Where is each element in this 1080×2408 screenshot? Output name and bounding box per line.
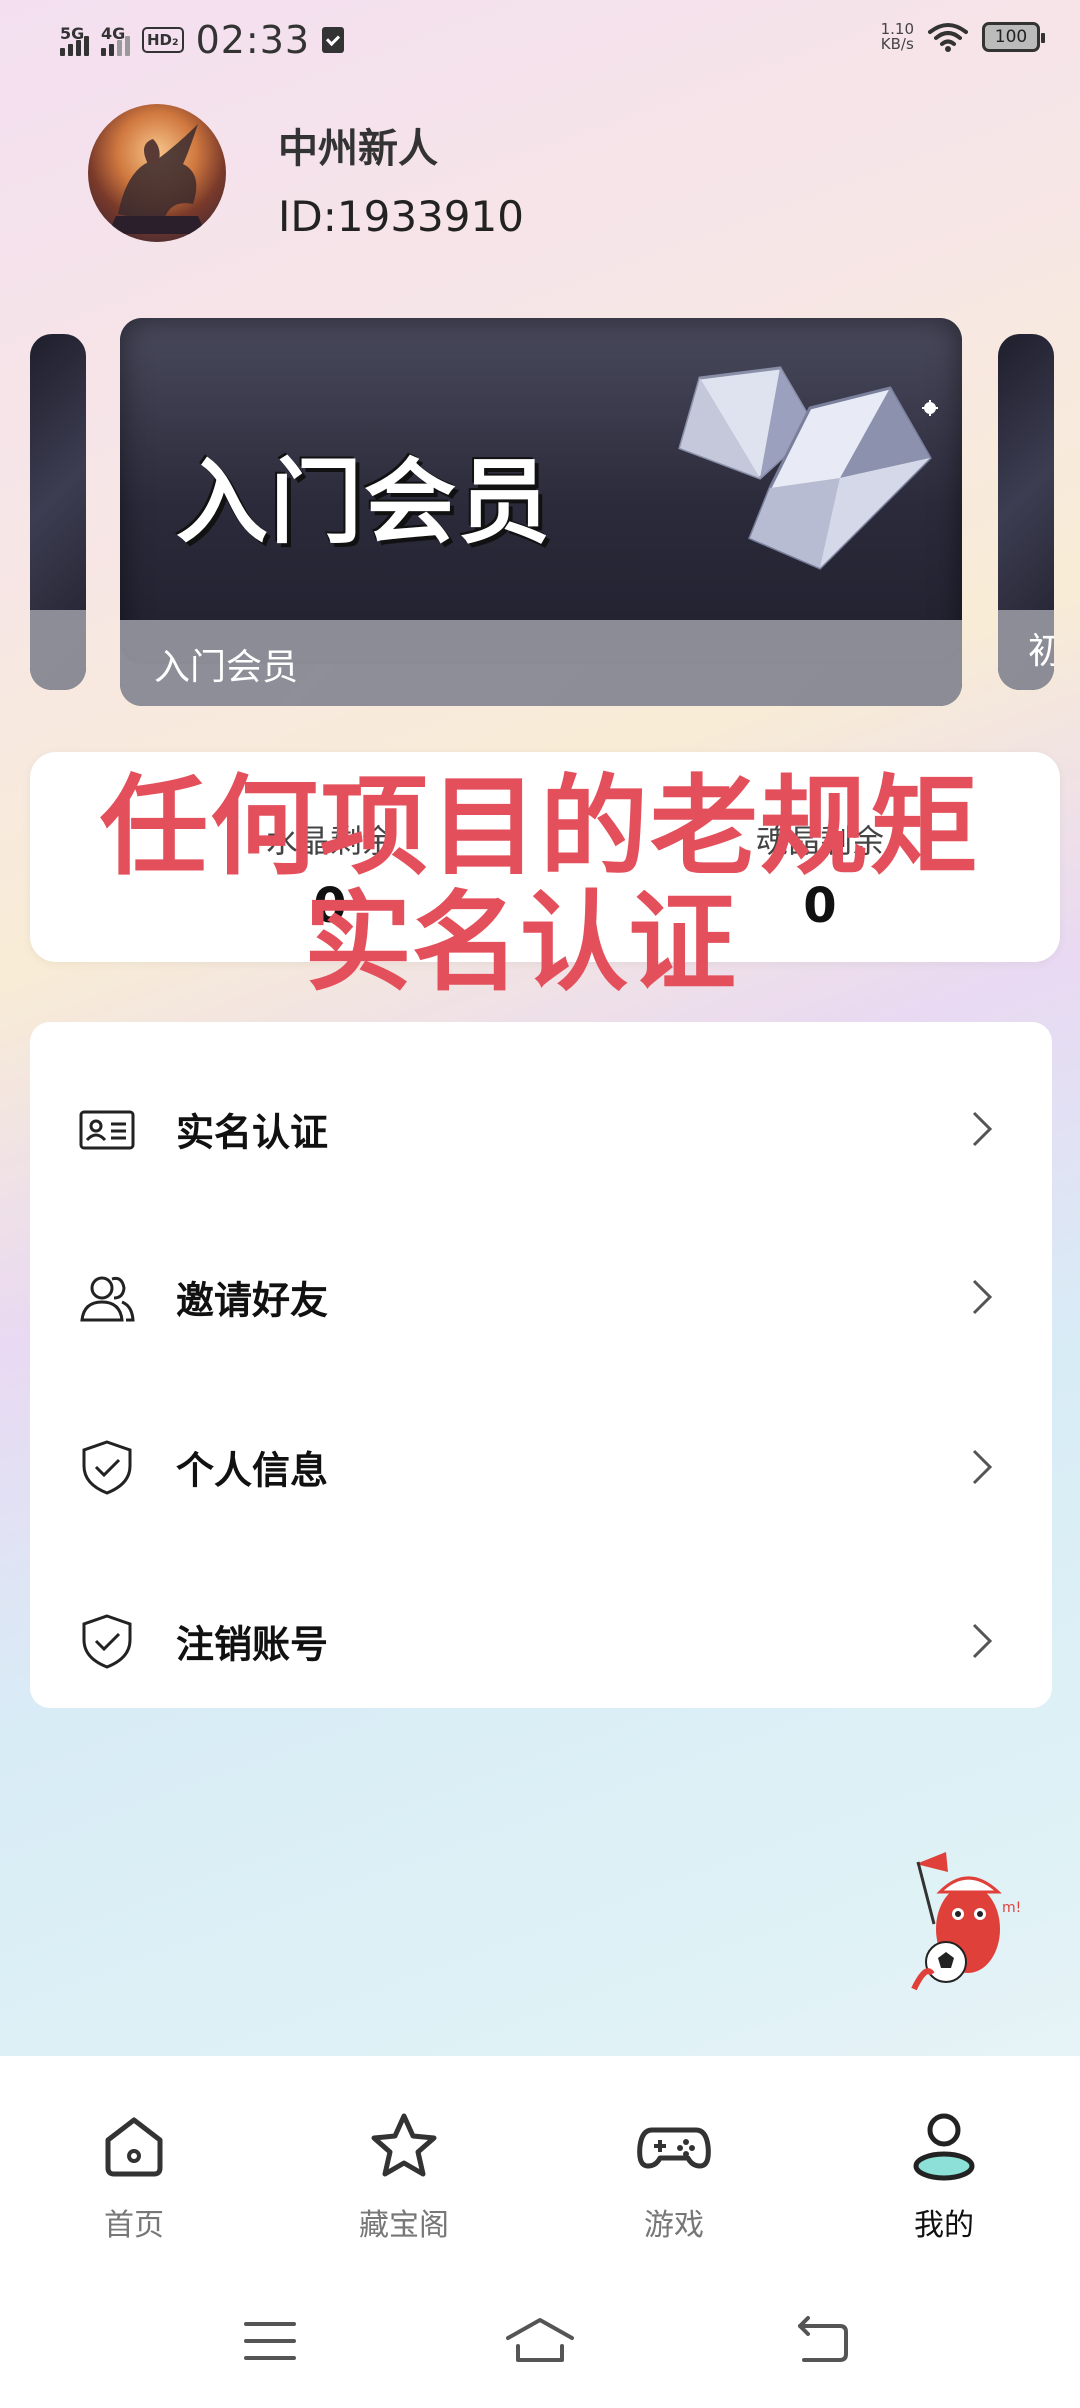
users-icon xyxy=(80,1276,135,1322)
card-caption: 入门会员 xyxy=(154,647,299,688)
gamepad-icon xyxy=(637,2127,711,2169)
back-icon[interactable] xyxy=(794,2316,850,2366)
notification-check-icon xyxy=(322,27,345,53)
star-icon xyxy=(371,2113,437,2177)
card-caption-strip: 入门会员 xyxy=(120,620,962,706)
nav-tab-label: 藏宝阁 xyxy=(359,2208,449,2243)
signal-5g-icon: 5G xyxy=(60,24,89,56)
nav-tab-treasure[interactable]: 藏宝阁 xyxy=(304,2106,504,2244)
membership-card-entry[interactable]: 入门会员 入门会员 xyxy=(120,318,962,706)
dragon-avatar-image xyxy=(108,124,206,234)
menu-item-personal-info[interactable]: 个人信息 xyxy=(30,1392,1052,1542)
chevron-right-icon xyxy=(972,1279,993,1315)
bottom-navigation: 首页 藏宝阁 游戏 我的 xyxy=(0,2056,1080,2276)
card-caption-strip xyxy=(30,610,86,690)
system-navigation-bar xyxy=(0,2276,1080,2408)
menu-item-label: 邀请好友 xyxy=(176,1278,329,1323)
diamond-heart-icon xyxy=(678,366,938,570)
card-caption-strip: 初 xyxy=(998,610,1054,690)
banner-title: 入门会员 xyxy=(176,448,553,556)
membership-card-prev[interactable] xyxy=(30,334,86,690)
settings-menu: 实名认证 邀请好友 个人信息 注销账号 xyxy=(30,1022,1052,1708)
chevron-right-icon xyxy=(972,1623,993,1659)
chevron-right-icon xyxy=(972,1449,993,1485)
username: 中州新人 xyxy=(278,126,438,172)
overlay-caption-line-2: 实名认证 xyxy=(303,881,736,1006)
nav-tab-label: 首页 xyxy=(104,2208,164,2243)
user-icon xyxy=(913,2113,975,2181)
chevron-right-icon xyxy=(972,1111,993,1147)
menu-item-label: 实名认证 xyxy=(176,1110,329,1155)
menu-item-delete-account[interactable]: 注销账号 xyxy=(30,1566,1052,1716)
status-time: 02:33 xyxy=(195,18,311,62)
nav-tab-home[interactable]: 首页 xyxy=(34,2106,234,2244)
home-icon xyxy=(105,2117,163,2177)
signal-4g-icon: 4G xyxy=(101,24,130,56)
network-speed: 1.10 KB/s xyxy=(880,20,914,53)
hd-voice-badge: HD₂ xyxy=(142,27,184,53)
avatar[interactable] xyxy=(88,104,226,242)
menu-item-invite-friends[interactable]: 邀请好友 xyxy=(30,1222,1052,1372)
battery-indicator: 100 xyxy=(982,22,1045,52)
menu-icon[interactable] xyxy=(242,2316,298,2366)
membership-banner: 入门会员 xyxy=(120,318,962,664)
menu-item-real-name-verification[interactable]: 实名认证 xyxy=(30,1054,1052,1204)
shield-check-icon xyxy=(82,1440,132,1495)
nav-tab-label: 游戏 xyxy=(644,2208,704,2243)
nav-tab-mine[interactable]: 我的 xyxy=(844,2106,1044,2244)
nav-tab-label: 我的 xyxy=(914,2208,974,2243)
menu-item-label: 个人信息 xyxy=(176,1448,329,1493)
mascot-float-button[interactable]: m! xyxy=(906,1834,1046,1994)
menu-item-label: 注销账号 xyxy=(176,1622,329,1667)
shield-check-icon xyxy=(82,1614,132,1669)
nav-tab-games[interactable]: 游戏 xyxy=(574,2106,774,2244)
id-card-icon xyxy=(79,1110,135,1150)
card-caption: 初 xyxy=(1028,631,1054,672)
status-bar: 5G 4G HD₂ 02:33 1.10 KB/s 100 xyxy=(0,0,1080,80)
user-id: ID:1933910 xyxy=(278,192,524,241)
svg-text:m!: m! xyxy=(1002,1900,1021,1916)
wifi-icon xyxy=(928,23,968,52)
membership-card-next[interactable]: 初 xyxy=(998,334,1054,690)
home-button-icon[interactable] xyxy=(504,2316,576,2366)
